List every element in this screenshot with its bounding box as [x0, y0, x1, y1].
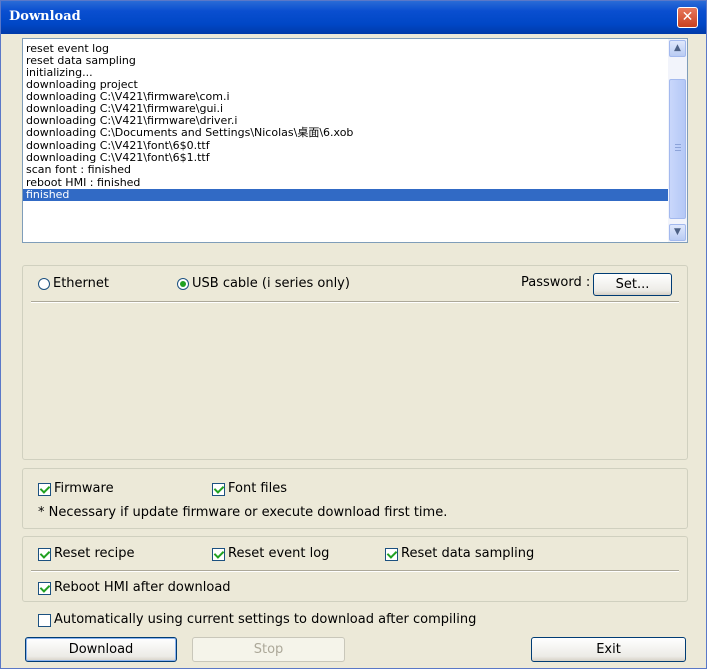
usb-cable-radio[interactable]	[177, 278, 189, 290]
download-dialog: Download ✕ reset event log reset data sa…	[0, 0, 707, 669]
log-line[interactable]: scan font : finished	[26, 164, 131, 176]
password-label: Password :	[521, 275, 591, 290]
chevron-down-icon: ▼	[674, 227, 681, 237]
checkmark-icon	[386, 548, 398, 559]
grip-line	[675, 144, 681, 145]
reset-recipe-checkbox[interactable]	[38, 548, 51, 561]
password-set-button[interactable]: Set...	[593, 273, 672, 296]
reset-data-sampling-label[interactable]: Reset data sampling	[401, 546, 534, 562]
checkmark-icon	[39, 483, 51, 494]
firmware-checkbox[interactable]	[38, 483, 51, 496]
firmware-label[interactable]: Firmware	[54, 481, 114, 497]
checkmark-icon	[39, 582, 51, 593]
divider	[31, 570, 679, 572]
grip-line	[675, 150, 681, 151]
auto-download-label[interactable]: Automatically using current settings to …	[54, 612, 476, 628]
download-button[interactable]: Download	[25, 637, 177, 662]
auto-download-checkbox[interactable]	[38, 614, 51, 627]
connection-group	[22, 265, 688, 460]
close-icon: ✕	[681, 9, 694, 25]
checkmark-icon	[213, 483, 225, 494]
exit-button[interactable]: Exit	[531, 637, 686, 662]
ethernet-radio[interactable]	[38, 278, 50, 290]
scroll-down-button[interactable]: ▼	[669, 224, 686, 241]
reset-event-log-checkbox[interactable]	[212, 548, 225, 561]
close-button[interactable]: ✕	[677, 7, 698, 28]
title-bar[interactable]: Download ✕	[1, 1, 706, 34]
log-line-selected[interactable]: finished	[23, 189, 669, 201]
reset-event-log-label[interactable]: Reset event log	[228, 546, 329, 562]
window-title: Download	[9, 9, 81, 24]
firmware-note: * Necessary if update firmware or execut…	[38, 505, 448, 520]
font-files-checkbox[interactable]	[212, 483, 225, 496]
scroll-thumb[interactable]	[669, 79, 686, 219]
reboot-hmi-label[interactable]: Reboot HMI after download	[54, 580, 231, 596]
divider	[31, 301, 679, 303]
scroll-up-button[interactable]: ▲	[669, 40, 686, 57]
reboot-hmi-checkbox[interactable]	[38, 582, 51, 595]
download-log-list[interactable]: reset event log reset data sampling init…	[22, 38, 688, 243]
font-files-label[interactable]: Font files	[228, 481, 287, 497]
reset-data-sampling-checkbox[interactable]	[385, 548, 398, 561]
ethernet-label[interactable]: Ethernet	[53, 276, 109, 292]
log-line[interactable]: downloading C:\Documents and Settings\Ni…	[26, 127, 353, 139]
grip-line	[675, 147, 681, 148]
reset-recipe-label[interactable]: Reset recipe	[54, 546, 135, 562]
checkmark-icon	[39, 548, 51, 559]
chevron-up-icon: ▲	[674, 43, 681, 53]
vertical-scrollbar[interactable]: ▲ ▼	[668, 39, 687, 242]
checkmark-icon	[213, 548, 225, 559]
stop-button[interactable]: Stop	[192, 637, 345, 662]
radio-selected-dot	[180, 281, 186, 287]
usb-cable-label[interactable]: USB cable (i series only)	[192, 276, 350, 292]
